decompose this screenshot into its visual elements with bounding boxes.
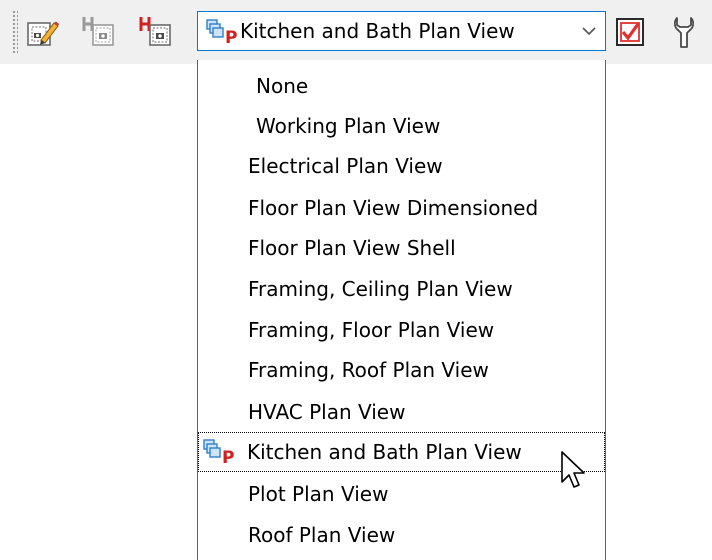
svg-text:P: P: [225, 28, 237, 46]
plan-view-dropdown-list[interactable]: None Working Plan View Electrical Plan V…: [197, 60, 606, 560]
camera-view-red-icon: [139, 17, 171, 46]
toolbar: P Kitchen and Bath Plan View: [0, 0, 712, 64]
dropdown-option-roof-plan-view[interactable]: Roof Plan View: [198, 515, 605, 555]
toolbar-grip[interactable]: [12, 10, 18, 54]
view-button-red[interactable]: [136, 12, 176, 52]
dropdown-option-framing-floor-plan-view[interactable]: Framing, Floor Plan View: [198, 310, 605, 350]
chevron-down-icon[interactable]: [581, 25, 597, 37]
red-checkmark-box-icon: [616, 18, 644, 46]
view-button-gray[interactable]: [79, 12, 119, 52]
dropdown-option-kitchen-and-bath-plan-view[interactable]: P Kitchen and Bath Plan View: [198, 432, 605, 472]
dropdown-option-hvac-plan-view[interactable]: HVAC Plan View: [198, 392, 605, 432]
checkbox-button[interactable]: [610, 12, 650, 52]
dropdown-option-framing-roof-plan-view[interactable]: Framing, Roof Plan View: [198, 350, 605, 390]
layer-set-p-icon: P: [206, 19, 237, 46]
plan-view-select[interactable]: P Kitchen and Bath Plan View: [197, 11, 606, 51]
dropdown-option-electrical-plan-view[interactable]: Electrical Plan View: [198, 146, 605, 186]
svg-text:P: P: [222, 448, 234, 466]
dropdown-option-framing-ceiling-plan-view[interactable]: Framing, Ceiling Plan View: [198, 269, 605, 309]
layer-set-p-icon: P: [203, 439, 234, 466]
dropdown-option-floor-plan-view-shell[interactable]: Floor Plan View Shell: [198, 228, 605, 268]
mouse-pointer-icon: [561, 451, 585, 488]
dropdown-option-working-plan-view[interactable]: Working Plan View: [198, 106, 605, 146]
dropdown-option-floor-plan-view-dimensioned[interactable]: Floor Plan View Dimensioned: [198, 188, 605, 228]
camera-view-pencil-icon: [27, 21, 59, 46]
dropdown-option-plot-plan-view[interactable]: Plot Plan View: [198, 474, 605, 514]
camera-view-gray-icon: [82, 17, 114, 46]
edit-view-button[interactable]: [22, 12, 62, 52]
wrench-icon: [673, 17, 695, 48]
dropdown-option-none[interactable]: None: [198, 66, 605, 106]
wrench-button[interactable]: [664, 12, 704, 52]
plan-view-select-value: Kitchen and Bath Plan View: [240, 19, 515, 43]
